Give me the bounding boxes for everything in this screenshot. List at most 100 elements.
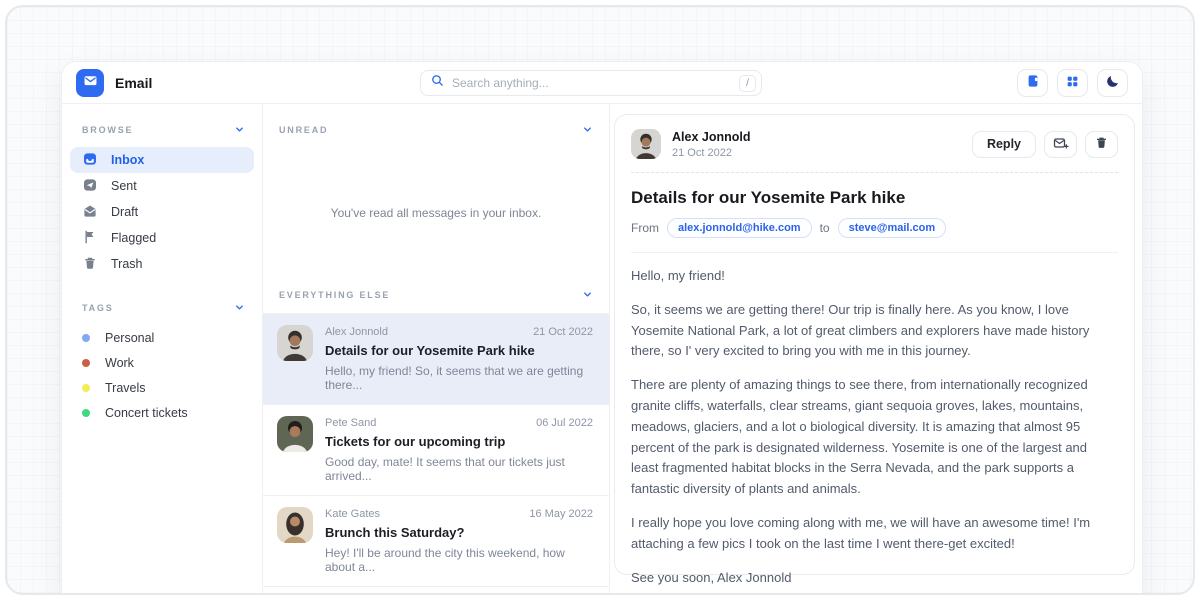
from-to-row: From alex.jonnold@hike.com to steve@mail… (631, 218, 1118, 238)
detail-subject: Details for our Yosemite Park hike (631, 188, 1118, 208)
email-subject: Brunch this Saturday? (325, 525, 593, 540)
draft-icon (82, 203, 98, 222)
detail-header: Alex Jonnold 21 Oct 2022 Reply (631, 129, 1118, 159)
topbar-actions (1017, 69, 1128, 97)
email-list: Alex Jonnold 21 Oct 2022 Details for our… (263, 313, 609, 587)
email-sender: Kate Gates (325, 508, 380, 520)
tag-color-dot (82, 384, 90, 392)
avatar (631, 129, 661, 159)
notebook-button[interactable] (1017, 69, 1048, 97)
apps-grid-button[interactable] (1057, 69, 1088, 97)
body-paragraph: So, it seems we are getting there! Our t… (631, 300, 1118, 362)
trash-icon (82, 255, 98, 274)
email-app-window: Email / (62, 62, 1142, 595)
from-label: From (631, 221, 659, 235)
chevron-down-icon (234, 302, 245, 315)
detail-actions: Reply (972, 131, 1118, 158)
inbox-icon (82, 151, 98, 170)
sidebar-item-inbox[interactable]: Inbox (70, 147, 254, 173)
sidebar-item-label: Draft (111, 205, 138, 219)
email-list-item[interactable]: Alex Jonnold 21 Oct 2022 Details for our… (263, 314, 609, 405)
email-detail-pane: Alex Jonnold 21 Oct 2022 Reply (610, 104, 1142, 595)
moon-icon (1105, 73, 1121, 92)
sidebar-item-draft[interactable]: Draft (70, 199, 254, 225)
body-paragraph: There are plenty of amazing things to se… (631, 375, 1118, 500)
top-bar: Email / (62, 62, 1142, 104)
tags-nav: Personal Work Travels Concert tickets (62, 325, 262, 425)
avatar (277, 325, 313, 361)
body-paragraph: Hello, my friend! (631, 266, 1118, 287)
browse-nav: Inbox Sent Draft (62, 147, 262, 277)
tag-item-travels[interactable]: Travels (70, 375, 254, 400)
search-icon (430, 73, 445, 93)
detail-date: 21 Oct 2022 (672, 147, 750, 159)
to-email-chip[interactable]: steve@mail.com (838, 218, 947, 238)
sidebar: BROWSE Inbox (62, 104, 262, 595)
unread-empty-message: You've read all messages in your inbox. (263, 140, 609, 285)
notebook-icon (1025, 73, 1041, 92)
tag-label: Travels (105, 381, 146, 395)
tags-section-header[interactable]: TAGS (62, 298, 262, 318)
email-body: Hello, my friend! So, it seems we are ge… (631, 266, 1118, 588)
tag-label: Work (105, 356, 134, 370)
sidebar-item-label: Inbox (111, 153, 144, 167)
divider (631, 172, 1118, 173)
chevron-down-icon (582, 289, 593, 302)
search-shortcut-badge: / (739, 75, 756, 92)
forward-email-button[interactable] (1044, 131, 1077, 158)
unread-section-header[interactable]: UNREAD (263, 120, 609, 140)
tag-item-work[interactable]: Work (70, 350, 254, 375)
sent-icon (82, 177, 98, 196)
trash-icon (1094, 135, 1109, 153)
tags-label: TAGS (82, 303, 114, 313)
body-paragraph: I really hope you love coming along with… (631, 513, 1118, 555)
sidebar-item-flagged[interactable]: Flagged (70, 225, 254, 251)
sidebar-item-label: Sent (111, 179, 137, 193)
sidebar-item-sent[interactable]: Sent (70, 173, 254, 199)
tag-label: Personal (105, 331, 154, 345)
tag-color-dot (82, 334, 90, 342)
email-subject: Tickets for our upcoming trip (325, 434, 593, 449)
app-logo (76, 69, 104, 97)
avatar (277, 507, 313, 543)
dark-mode-button[interactable] (1097, 69, 1128, 97)
delete-email-button[interactable] (1085, 131, 1118, 158)
to-label: to (820, 221, 830, 235)
mail-list-column: UNREAD You've read all messages in your … (262, 104, 610, 595)
email-date: 06 Jul 2022 (536, 417, 593, 429)
email-sender: Alex Jonnold (325, 326, 388, 338)
email-subject: Details for our Yosemite Park hike (325, 343, 593, 358)
from-email-chip[interactable]: alex.jonnold@hike.com (667, 218, 812, 238)
tag-item-concert-tickets[interactable]: Concert tickets (70, 400, 254, 425)
email-preview: Hey! I'll be around the city this weeken… (325, 546, 593, 574)
body-signature: See you soon, Alex Jonnold (631, 568, 1118, 589)
everything-else-section-header[interactable]: EVERYTHING ELSE (263, 285, 609, 305)
apps-grid-icon (1065, 74, 1080, 92)
chevron-down-icon (582, 124, 593, 137)
search-input[interactable] (452, 76, 739, 90)
email-list-item[interactable]: Kate Gates 16 May 2022 Brunch this Satur… (263, 496, 609, 587)
browse-section-header[interactable]: BROWSE (62, 120, 262, 140)
search-bar[interactable]: / (420, 70, 762, 96)
email-date: 21 Oct 2022 (533, 326, 593, 338)
tag-color-dot (82, 409, 90, 417)
email-list-item[interactable]: Pete Sand 06 Jul 2022 Tickets for our up… (263, 405, 609, 496)
flag-icon (82, 229, 98, 248)
desktop-background: Email / (5, 5, 1195, 595)
reply-button[interactable]: Reply (972, 131, 1036, 158)
email-sender: Pete Sand (325, 417, 376, 429)
avatar (277, 416, 313, 452)
sidebar-item-trash[interactable]: Trash (70, 251, 254, 277)
everything-else-label: EVERYTHING ELSE (279, 290, 390, 300)
tag-color-dot (82, 359, 90, 367)
divider (631, 252, 1118, 253)
tag-label: Concert tickets (105, 406, 188, 420)
sidebar-item-label: Trash (111, 257, 143, 271)
main-content: BROWSE Inbox (62, 104, 1142, 595)
chevron-down-icon (234, 124, 245, 137)
email-preview: Good day, mate! It seems that our ticket… (325, 455, 593, 483)
app-title: Email (115, 75, 152, 91)
tag-item-personal[interactable]: Personal (70, 325, 254, 350)
envelope-plus-icon (1052, 135, 1069, 154)
email-preview: Hello, my friend! So, it seems that we a… (325, 364, 593, 392)
